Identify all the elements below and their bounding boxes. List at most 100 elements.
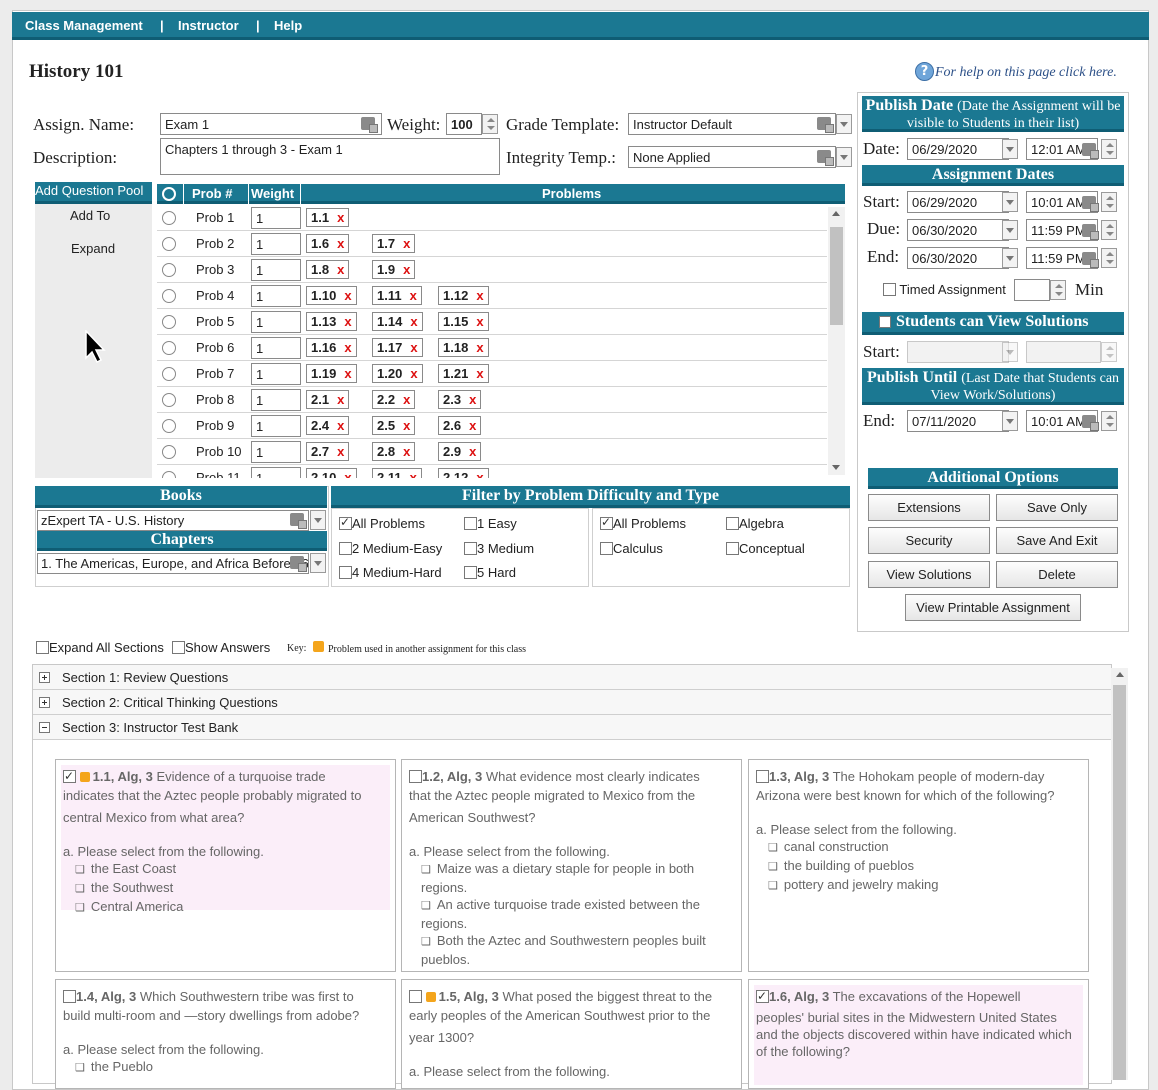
question-card[interactable]: 1.2, Alg, 3 What evidence most clearly i… bbox=[401, 759, 742, 972]
problem-chip[interactable]: 1.10 x bbox=[306, 286, 357, 305]
problem-chip[interactable]: 2.2 x bbox=[372, 390, 416, 409]
problem-chip[interactable]: 2.9 x bbox=[438, 442, 482, 461]
question-card[interactable]: 1.5, Alg, 3 What posed the biggest threa… bbox=[401, 979, 742, 1089]
edit-icon[interactable] bbox=[361, 117, 378, 133]
row-radio[interactable] bbox=[162, 315, 176, 329]
remove-icon[interactable]: x bbox=[410, 340, 417, 355]
end-date-input[interactable]: 06/30/2020 bbox=[907, 247, 1009, 269]
row-radio[interactable] bbox=[162, 341, 176, 355]
problem-chip[interactable]: 2.1 x bbox=[306, 390, 350, 409]
section-instructor-test-bank[interactable]: Section 3: Instructor Test Bank bbox=[33, 715, 1111, 740]
clock-icon[interactable] bbox=[1082, 196, 1099, 212]
question-card[interactable]: 1.1, Alg, 3 Evidence of a turquoise trad… bbox=[55, 759, 396, 972]
start-date-input[interactable]: 06/29/2020 bbox=[907, 191, 1009, 213]
timed-assignment-checkbox[interactable]: Timed Assignment bbox=[883, 282, 1006, 297]
help-link[interactable]: For help on this page click here. bbox=[935, 65, 1117, 81]
row-radio[interactable] bbox=[162, 211, 176, 225]
clock-icon[interactable] bbox=[1082, 252, 1099, 268]
type-conceptual[interactable]: Conceptual bbox=[726, 541, 805, 556]
scrollbar-thumb[interactable] bbox=[830, 227, 843, 325]
problem-chip[interactable]: 1.6 x bbox=[306, 234, 350, 253]
problem-chip[interactable]: 1.18 x bbox=[438, 338, 489, 357]
remove-icon[interactable]: x bbox=[410, 470, 417, 478]
problem-chip[interactable]: 1.17 x bbox=[372, 338, 423, 357]
problem-chip[interactable]: 1.20 x bbox=[372, 364, 423, 383]
type-calculus[interactable]: Calculus bbox=[600, 541, 663, 556]
weight-input[interactable]: 100 bbox=[446, 113, 482, 135]
type-algebra[interactable]: Algebra bbox=[726, 516, 784, 531]
add-to-button[interactable]: Add To bbox=[70, 208, 110, 223]
nav-instructor[interactable]: Instructor bbox=[178, 18, 239, 33]
weight-input[interactable]: 1 bbox=[251, 415, 301, 437]
chevron-down-icon[interactable] bbox=[1002, 139, 1018, 159]
description-input[interactable]: Chapters 1 through 3 - Exam 1 bbox=[160, 138, 500, 175]
expand-icon[interactable] bbox=[39, 672, 50, 683]
question-checkbox[interactable] bbox=[63, 768, 76, 785]
solutions-checkbox[interactable] bbox=[879, 316, 891, 328]
remove-icon[interactable]: x bbox=[469, 444, 476, 459]
problem-chip[interactable]: 2.8 x bbox=[372, 442, 416, 461]
problem-chip[interactable]: 2.5 x bbox=[372, 416, 416, 435]
problem-chip[interactable]: 1.12 x bbox=[438, 286, 489, 305]
book-select[interactable]: zExpert TA - U.S. History bbox=[37, 510, 309, 531]
question-checkbox[interactable] bbox=[63, 990, 76, 1003]
question-card[interactable]: 1.6, Alg, 3 The excavations of the Hopew… bbox=[748, 979, 1089, 1089]
solutions-start-date-input[interactable] bbox=[907, 341, 1009, 363]
row-radio[interactable] bbox=[162, 419, 176, 433]
row-radio[interactable] bbox=[162, 289, 176, 303]
chevron-down-icon[interactable] bbox=[836, 147, 852, 167]
question-card[interactable]: 1.4, Alg, 3 Which Southwestern tribe was… bbox=[55, 979, 396, 1089]
problem-chip[interactable]: 1.13 x bbox=[306, 312, 357, 331]
row-radio[interactable] bbox=[162, 263, 176, 277]
timed-minutes-input[interactable] bbox=[1014, 279, 1050, 301]
edit-icon[interactable] bbox=[290, 513, 307, 529]
select-all-radio[interactable] bbox=[162, 187, 176, 201]
problem-chip[interactable]: 1.11 x bbox=[372, 286, 422, 305]
scroll-up-icon[interactable] bbox=[832, 211, 840, 216]
problem-chip[interactable]: 1.14 x bbox=[372, 312, 423, 331]
due-date-input[interactable]: 06/30/2020 bbox=[907, 219, 1009, 241]
row-radio[interactable] bbox=[162, 367, 176, 381]
type-all-problems[interactable]: All Problems bbox=[600, 515, 686, 531]
chevron-down-icon[interactable] bbox=[1002, 248, 1018, 268]
weight-spinner-icon[interactable] bbox=[482, 114, 498, 134]
weight-input[interactable]: 1 bbox=[251, 233, 301, 255]
scroll-down-icon[interactable] bbox=[832, 465, 840, 470]
time-spinner-icon[interactable] bbox=[1101, 192, 1117, 212]
clock-icon[interactable] bbox=[1082, 143, 1099, 159]
remove-icon[interactable]: x bbox=[476, 366, 483, 381]
scroll-up-icon[interactable] bbox=[1116, 672, 1124, 677]
grade-template-select[interactable]: Instructor Default bbox=[628, 113, 836, 135]
remove-icon[interactable]: x bbox=[403, 418, 410, 433]
problem-chip[interactable]: 1.9 x bbox=[372, 260, 416, 279]
problem-chip[interactable]: 2.12 x bbox=[438, 468, 489, 478]
question-checkbox[interactable] bbox=[756, 988, 769, 1005]
edit-icon[interactable] bbox=[290, 556, 307, 572]
edit-icon[interactable] bbox=[817, 150, 834, 166]
chevron-down-icon[interactable] bbox=[1002, 192, 1018, 212]
save-only-button[interactable]: Save Only bbox=[996, 494, 1118, 521]
remove-icon[interactable]: x bbox=[337, 210, 344, 225]
chevron-down-icon[interactable] bbox=[310, 553, 326, 573]
chevron-down-icon[interactable] bbox=[1002, 411, 1018, 431]
help-icon[interactable]: ? bbox=[915, 62, 934, 81]
section-critical-thinking[interactable]: Section 2: Critical Thinking Questions bbox=[33, 690, 1111, 715]
problem-chip[interactable]: 1.15 x bbox=[438, 312, 489, 331]
expand-button[interactable]: Expand bbox=[71, 241, 115, 256]
minutes-spinner-icon[interactable] bbox=[1050, 280, 1066, 300]
publish-until-date-input[interactable]: 07/11/2020 bbox=[907, 410, 1009, 432]
remove-icon[interactable]: x bbox=[410, 288, 417, 303]
time-spinner-icon[interactable] bbox=[1101, 139, 1117, 159]
filter-medium[interactable]: 3 Medium bbox=[464, 541, 534, 556]
weight-input[interactable]: 1 bbox=[251, 207, 301, 229]
weight-input[interactable]: 1 bbox=[251, 311, 301, 333]
weight-input[interactable]: 1 bbox=[251, 441, 301, 463]
remove-icon[interactable]: x bbox=[410, 314, 417, 329]
weight-input[interactable]: 1 bbox=[251, 259, 301, 281]
remove-icon[interactable]: x bbox=[476, 470, 483, 478]
problem-chip[interactable]: 2.10 x bbox=[306, 468, 357, 478]
remove-icon[interactable]: x bbox=[476, 314, 483, 329]
remove-icon[interactable]: x bbox=[337, 418, 344, 433]
filter-hard[interactable]: 5 Hard bbox=[464, 565, 516, 580]
problem-chip[interactable]: 1.8 x bbox=[306, 260, 350, 279]
